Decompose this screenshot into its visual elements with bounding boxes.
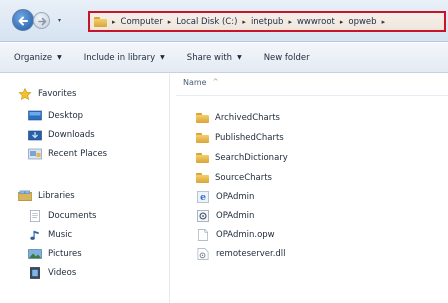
file-name: PublishedCharts [215, 133, 284, 143]
nav-item-label: Desktop [48, 111, 84, 121]
chevron-down-icon: ▼ [160, 54, 165, 61]
nav-item-documents[interactable]: Documents [28, 208, 96, 224]
recent-places-icon [28, 148, 42, 160]
nav-item-label: Videos [48, 268, 77, 278]
folder-icon [94, 16, 107, 27]
file-row[interactable]: PublishedCharts [196, 130, 284, 146]
folder-icon [196, 173, 209, 183]
back-arrow-icon [18, 16, 28, 26]
share-with-button[interactable]: Share with ▼ [187, 53, 242, 63]
dll-file-icon [197, 248, 209, 260]
folder-icon [196, 133, 209, 143]
organize-menu-button[interactable]: Organize ▼ [14, 53, 62, 63]
svg-text:e: e [200, 192, 206, 203]
file-name: OPAdmin [216, 211, 255, 221]
file-name: SearchDictionary [215, 153, 288, 163]
nav-item-label: Music [48, 230, 73, 240]
new-folder-label: New folder [263, 52, 310, 63]
file-row[interactable]: remoteserver.dll [196, 246, 286, 262]
libraries-icon [18, 190, 32, 201]
breadcrumb-inetpub[interactable]: inetpub [251, 17, 284, 27]
sort-ascending-icon: ^ [212, 78, 219, 86]
file-row[interactable]: SearchDictionary [196, 150, 288, 166]
column-header-name-label: Name [183, 78, 207, 87]
breadcrumb-separator-icon[interactable]: ▸ [168, 18, 172, 26]
address-toolbar: ▾ ▸ Computer ▸ Local Disk (C:) ▸ inetpub… [0, 0, 448, 42]
file-name: OPAdmin.opw [216, 230, 275, 240]
file-name: SourceCharts [215, 173, 272, 183]
file-name: OPAdmin [216, 192, 255, 202]
breadcrumb-separator-icon[interactable]: ▸ [242, 18, 246, 26]
column-header-name[interactable]: Name ^ [183, 78, 218, 87]
desktop-icon [28, 110, 42, 121]
pictures-icon [28, 249, 42, 259]
file-row[interactable]: SourceCharts [196, 170, 272, 186]
breadcrumb-computer[interactable]: Computer [121, 17, 163, 27]
folder-icon [196, 153, 209, 163]
folder-icon [196, 113, 209, 123]
include-in-library-button[interactable]: Include in library ▼ [84, 53, 165, 63]
breadcrumb-local-disk[interactable]: Local Disk (C:) [176, 17, 237, 27]
nav-item-label: Pictures [48, 249, 82, 259]
nav-item-downloads[interactable]: Downloads [28, 127, 95, 143]
breadcrumb-separator-icon[interactable]: ▸ [112, 18, 116, 26]
breadcrumb-separator-icon[interactable]: ▸ [340, 18, 344, 26]
history-dropdown-icon[interactable]: ▾ [58, 17, 61, 24]
chevron-down-icon: ▼ [57, 54, 62, 61]
file-name: remoteserver.dll [216, 249, 286, 259]
include-in-library-label: Include in library [83, 52, 156, 63]
downloads-icon [28, 130, 42, 141]
command-bar: Organize ▼ Include in library ▼ Share wi… [0, 43, 448, 73]
breadcrumb-separator-icon[interactable]: ▸ [382, 18, 386, 26]
nav-item-label: Documents [48, 211, 97, 221]
file-row[interactable]: OPAdmin [196, 208, 254, 224]
ie-web-icon: e [197, 191, 209, 203]
music-icon [30, 230, 39, 240]
nav-item-label: Downloads [48, 130, 95, 140]
breadcrumb-opweb[interactable]: opweb [348, 17, 376, 27]
column-header-divider [176, 95, 448, 96]
file-row[interactable]: ArchivedCharts [196, 110, 280, 126]
nav-item-label: Recent Places [48, 149, 108, 159]
file-row[interactable]: e OPAdmin [196, 189, 254, 205]
nav-libraries[interactable]: Libraries [18, 188, 75, 204]
nav-libraries-label: Libraries [38, 191, 75, 201]
nav-item-videos[interactable]: Videos [28, 265, 76, 281]
back-button[interactable] [12, 9, 34, 31]
forward-arrow-icon [38, 17, 47, 26]
nav-favorites[interactable]: Favorites [18, 86, 76, 102]
breadcrumb-wwwroot[interactable]: wwwroot [297, 17, 335, 27]
star-icon [18, 88, 32, 100]
chevron-down-icon: ▼ [237, 54, 242, 61]
nav-item-pictures[interactable]: Pictures [28, 246, 82, 262]
navigation-pane: Favorites Desktop Downloads Recent Place… [0, 74, 170, 303]
new-folder-button[interactable]: New folder [264, 53, 310, 63]
file-row[interactable]: OPAdmin.opw [196, 227, 275, 243]
nav-item-desktop[interactable]: Desktop [28, 108, 83, 124]
blank-file-icon [198, 229, 208, 241]
nav-item-recent-places[interactable]: Recent Places [28, 146, 107, 162]
config-file-icon [197, 210, 209, 222]
videos-icon [30, 267, 40, 279]
address-bar[interactable]: ▸ Computer ▸ Local Disk (C:) ▸ inetpub ▸… [88, 11, 446, 32]
share-with-label: Share with [186, 52, 233, 63]
file-name: ArchivedCharts [215, 113, 280, 123]
forward-button[interactable] [33, 12, 50, 29]
nav-item-music[interactable]: Music [28, 227, 72, 243]
organize-label: Organize [14, 52, 53, 63]
breadcrumb-separator-icon[interactable]: ▸ [288, 18, 292, 26]
nav-favorites-label: Favorites [38, 89, 77, 99]
documents-icon [30, 210, 40, 222]
